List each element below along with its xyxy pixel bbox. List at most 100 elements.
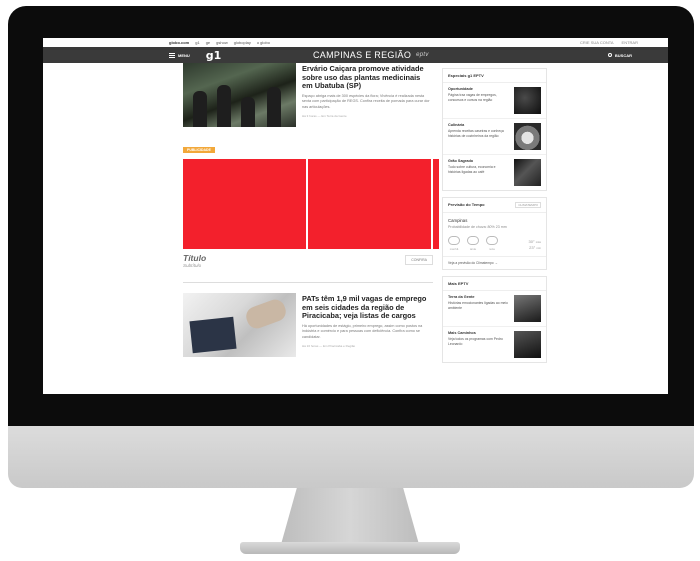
region-title[interactable]: CAMPINAS E REGIÃO eptv bbox=[313, 50, 429, 60]
browser-screen: globo.com g1 ge gshow globoplay o globo … bbox=[43, 38, 668, 394]
weather-forecast-link[interactable]: Veja a previsão do Climatempo → bbox=[443, 256, 546, 269]
sidebar-item-terra-da-gente[interactable]: Terra da Gente Histórias emocionantes li… bbox=[443, 291, 546, 327]
rain-probability: Probabilidade de chuva: 80% 23 mm bbox=[448, 225, 507, 229]
feed-divider bbox=[183, 282, 433, 283]
ad-label: PUBLICIDADE bbox=[183, 147, 215, 153]
ad-title: Título bbox=[183, 253, 207, 263]
photo-figure bbox=[241, 97, 255, 127]
story-text: Ervário Caiçara promove atividade sobre … bbox=[302, 63, 433, 127]
feed-item[interactable]: Ervário Caiçara promove atividade sobre … bbox=[183, 63, 433, 127]
cloud-rain-icon bbox=[448, 236, 460, 245]
weather-link-text: Veja a previsão do Climatempo bbox=[448, 261, 494, 265]
monitor-base bbox=[240, 542, 460, 554]
hamburger-icon bbox=[169, 52, 175, 58]
card-title-text: Previsão do Tempo bbox=[448, 202, 485, 207]
topbar-link-ge[interactable]: ge bbox=[206, 40, 210, 45]
item-desc: Veja todos os programas com Pedro Leonar… bbox=[448, 337, 503, 346]
sidebar: Especiais g1 EPTV Oportunidade Página tr… bbox=[442, 68, 547, 369]
weather-body: Campinas Probabilidade de chuva: 80% 23 … bbox=[443, 213, 546, 256]
search-icon bbox=[607, 53, 612, 57]
item-text: Oportunidade Página traz vagas de empreg… bbox=[448, 87, 508, 114]
temp-max: 30° bbox=[528, 239, 535, 244]
globo-topbar: globo.com g1 ge gshow globoplay o globo … bbox=[43, 38, 668, 47]
card-title: Mais EPTV bbox=[443, 277, 546, 291]
item-thumbnail[interactable] bbox=[514, 159, 541, 186]
card-title-text: Especiais g1 EPTV bbox=[448, 73, 484, 78]
temp-max-label: máx bbox=[535, 240, 541, 244]
menu-button[interactable]: MENU bbox=[169, 52, 190, 58]
g1-logo[interactable]: g1 bbox=[206, 49, 222, 62]
ad-subtitle: Subtítulo bbox=[183, 263, 202, 268]
eptv-logo: eptv bbox=[416, 52, 429, 58]
story-meta: Há 16 horas — Em Piracicaba e Região bbox=[302, 343, 356, 348]
climatempo-logo: CLIMATEMPO bbox=[515, 202, 541, 208]
item-title: Grão Sagrado bbox=[448, 159, 474, 163]
period-label: manhã bbox=[449, 247, 459, 251]
item-desc: Página traz vagas de empregos, concursos… bbox=[448, 93, 497, 102]
weather-periods: manhã tarde noite 30° máx 23° mín bbox=[448, 236, 541, 251]
sidebar-item-oportunidade[interactable]: Oportunidade Página traz vagas de empreg… bbox=[443, 83, 546, 119]
temperature-range: 30° máx 23° mín bbox=[529, 239, 541, 251]
item-text: Culinária Aprenda receitas caseiras e co… bbox=[448, 123, 508, 150]
item-title: Terra da Gente bbox=[448, 295, 475, 299]
item-title: Mais Caminhos bbox=[448, 331, 476, 335]
item-text: Terra da Gente Histórias emocionantes li… bbox=[448, 295, 508, 322]
weather-period: tarde bbox=[467, 236, 479, 251]
story-headline[interactable]: PATs têm 1,9 mil vagas de emprego em sei… bbox=[302, 294, 433, 321]
monitor-stand bbox=[280, 488, 420, 548]
photo-figure bbox=[193, 91, 207, 127]
search-label: BUSCAR bbox=[614, 52, 632, 58]
account-links: CRIE SUA CONTA ENTRAR bbox=[580, 40, 668, 45]
photo-figure bbox=[217, 85, 231, 127]
especiais-card: Especiais g1 EPTV Oportunidade Página tr… bbox=[442, 68, 547, 191]
item-thumbnail[interactable] bbox=[514, 123, 541, 150]
card-title: Previsão do Tempo CLIMATEMPO bbox=[443, 198, 546, 213]
topbar-link-oglobo[interactable]: o globo bbox=[257, 40, 270, 45]
item-desc: Histórias emocionantes ligadas ao meio a… bbox=[448, 301, 508, 310]
story-summary: Espaço abriga mais de 300 espécies da fl… bbox=[302, 93, 430, 109]
topbar-link-globocom[interactable]: globo.com bbox=[169, 40, 189, 45]
ad-caption: Título Subtítulo CONFIRA bbox=[183, 253, 433, 268]
ad-panel[interactable] bbox=[433, 159, 439, 249]
login-link[interactable]: ENTRAR bbox=[622, 40, 638, 45]
photo-figure bbox=[267, 87, 281, 127]
create-account-link[interactable]: CRIE SUA CONTA bbox=[580, 40, 614, 45]
more-eptv-card: Mais EPTV Terra da Gente Histórias emoci… bbox=[442, 276, 547, 363]
item-desc: Tudo sobre cultura, economia e histórias… bbox=[448, 165, 496, 174]
ad-banner[interactable] bbox=[183, 159, 439, 249]
feed-item[interactable]: PATs têm 1,9 mil vagas de emprego em sei… bbox=[183, 293, 433, 357]
weather-period: noite bbox=[486, 236, 498, 251]
ad-panel[interactable] bbox=[183, 159, 306, 249]
sidebar-item-mais-caminhos[interactable]: Mais Caminhos Veja todos os programas co… bbox=[443, 327, 546, 362]
item-title: Oportunidade bbox=[448, 87, 473, 91]
topbar-link-g1[interactable]: g1 bbox=[195, 40, 199, 45]
item-desc: Aprenda receitas caseiras e conheça hist… bbox=[448, 129, 504, 138]
site-header: MENU g1 CAMPINAS E REGIÃO eptv BUSCAR bbox=[43, 47, 668, 63]
story-headline[interactable]: Ervário Caiçara promove atividade sobre … bbox=[302, 64, 433, 91]
search-button[interactable]: BUSCAR bbox=[607, 52, 632, 58]
card-title: Especiais g1 EPTV bbox=[443, 69, 546, 83]
story-meta: Há 3 horas — Em Terra da Gente bbox=[302, 113, 347, 118]
region-name: CAMPINAS E REGIÃO bbox=[313, 50, 412, 60]
story-summary: Há oportunidades de estágio, primeiro em… bbox=[302, 323, 423, 339]
photo-document bbox=[189, 316, 237, 354]
item-thumbnail[interactable] bbox=[514, 295, 541, 322]
item-thumbnail[interactable] bbox=[514, 331, 541, 358]
item-title: Culinária bbox=[448, 123, 465, 127]
weather-city[interactable]: Campinas bbox=[448, 218, 541, 223]
topbar-link-gshow[interactable]: gshow bbox=[216, 40, 228, 45]
ad-panel[interactable] bbox=[308, 159, 431, 249]
temp-min-label: mín bbox=[536, 246, 541, 250]
story-thumbnail[interactable] bbox=[183, 293, 296, 357]
sidebar-item-grao-sagrado[interactable]: Grão Sagrado Tudo sobre cultura, economi… bbox=[443, 155, 546, 190]
news-feed: Ervário Caiçara promove atividade sobre … bbox=[183, 63, 439, 357]
temp-min: 23° bbox=[529, 245, 536, 250]
item-thumbnail[interactable] bbox=[514, 87, 541, 114]
sidebar-item-culinaria[interactable]: Culinária Aprenda receitas caseiras e co… bbox=[443, 119, 546, 155]
period-label: tarde bbox=[469, 247, 477, 251]
card-title-text: Mais EPTV bbox=[448, 281, 469, 286]
ad-cta-button[interactable]: CONFIRA bbox=[405, 255, 433, 265]
menu-label: MENU bbox=[178, 52, 190, 58]
topbar-link-globoplay[interactable]: globoplay bbox=[234, 40, 251, 45]
story-thumbnail[interactable] bbox=[183, 63, 296, 127]
